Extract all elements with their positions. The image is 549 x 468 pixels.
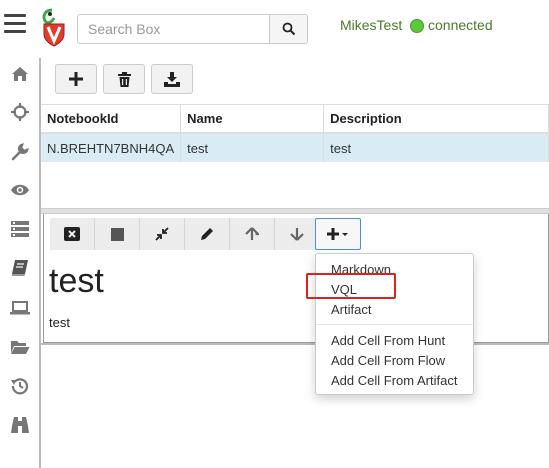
connection-status-icon	[410, 19, 424, 33]
table-header-row: NotebookId Name Description	[41, 105, 549, 134]
menu-item-add-from-hunt[interactable]: Add Cell From Hunt	[331, 333, 445, 348]
velociraptor-logo[interactable]	[38, 8, 70, 48]
table-cell: test	[323, 133, 549, 162]
search-button[interactable]	[269, 14, 308, 44]
compress-icon	[155, 227, 169, 241]
crosshair-icon[interactable]	[10, 102, 30, 122]
stop-icon	[110, 227, 124, 241]
download-icon	[164, 71, 180, 87]
laptop-icon[interactable]	[10, 298, 30, 318]
column-header[interactable]: NotebookId	[41, 105, 182, 134]
menu-item-artifact[interactable]: Artifact	[331, 302, 371, 317]
connection-status-label: connected	[428, 17, 493, 33]
arrow-down-icon	[290, 228, 304, 241]
server-icon[interactable]	[10, 219, 30, 239]
menu-item-add-from-artifact[interactable]: Add Cell From Artifact	[331, 373, 457, 388]
highlight-box	[306, 273, 396, 299]
binoculars-icon[interactable]	[10, 415, 30, 435]
close-cell-icon	[64, 227, 80, 241]
add-icon	[69, 72, 83, 86]
sidebar	[0, 58, 41, 468]
history-icon[interactable]	[10, 376, 30, 396]
menu-item-add-from-flow[interactable]: Add Cell From Flow	[331, 353, 445, 368]
notebooks-table: NotebookId Name Description N.BREHTN7BNH…	[41, 104, 549, 209]
search-bar	[77, 14, 308, 44]
new-notebook-button[interactable]	[55, 64, 97, 94]
pencil-icon	[201, 228, 213, 240]
close-cell-button[interactable]	[50, 218, 95, 250]
column-header[interactable]: Name	[180, 105, 325, 134]
move-up-button[interactable]	[230, 218, 275, 250]
hamburger-menu-icon[interactable]	[4, 14, 26, 36]
folder-open-icon[interactable]	[10, 337, 30, 357]
add-cell-icon	[327, 228, 348, 240]
move-down-button[interactable]	[275, 218, 320, 250]
arrow-up-icon	[245, 227, 259, 240]
cell-heading: test	[49, 262, 104, 300]
export-notebook-button[interactable]	[151, 64, 193, 94]
eye-icon[interactable]	[10, 180, 30, 200]
home-icon[interactable]	[10, 64, 30, 84]
wrench-icon[interactable]	[10, 142, 30, 162]
search-icon	[282, 22, 295, 36]
column-header[interactable]: Description	[323, 105, 549, 134]
table-cell: test	[180, 133, 325, 162]
stop-button[interactable]	[95, 218, 140, 250]
search-input[interactable]	[77, 14, 279, 44]
table-row[interactable]: N.BREHTN7BNH4QA test test	[41, 133, 549, 162]
trash-icon	[117, 71, 131, 87]
username-label[interactable]: MikesTest	[340, 17, 402, 33]
collapse-button[interactable]	[140, 218, 185, 250]
add-cell-dropdown-button[interactable]	[315, 218, 361, 250]
delete-notebook-button[interactable]	[103, 64, 145, 94]
edit-cell-button[interactable]	[185, 218, 230, 250]
cell-text: test	[49, 315, 70, 330]
notebook-icon[interactable]	[10, 258, 30, 278]
menu-divider	[316, 324, 473, 325]
table-cell: N.BREHTN7BNH4QA	[41, 133, 182, 162]
